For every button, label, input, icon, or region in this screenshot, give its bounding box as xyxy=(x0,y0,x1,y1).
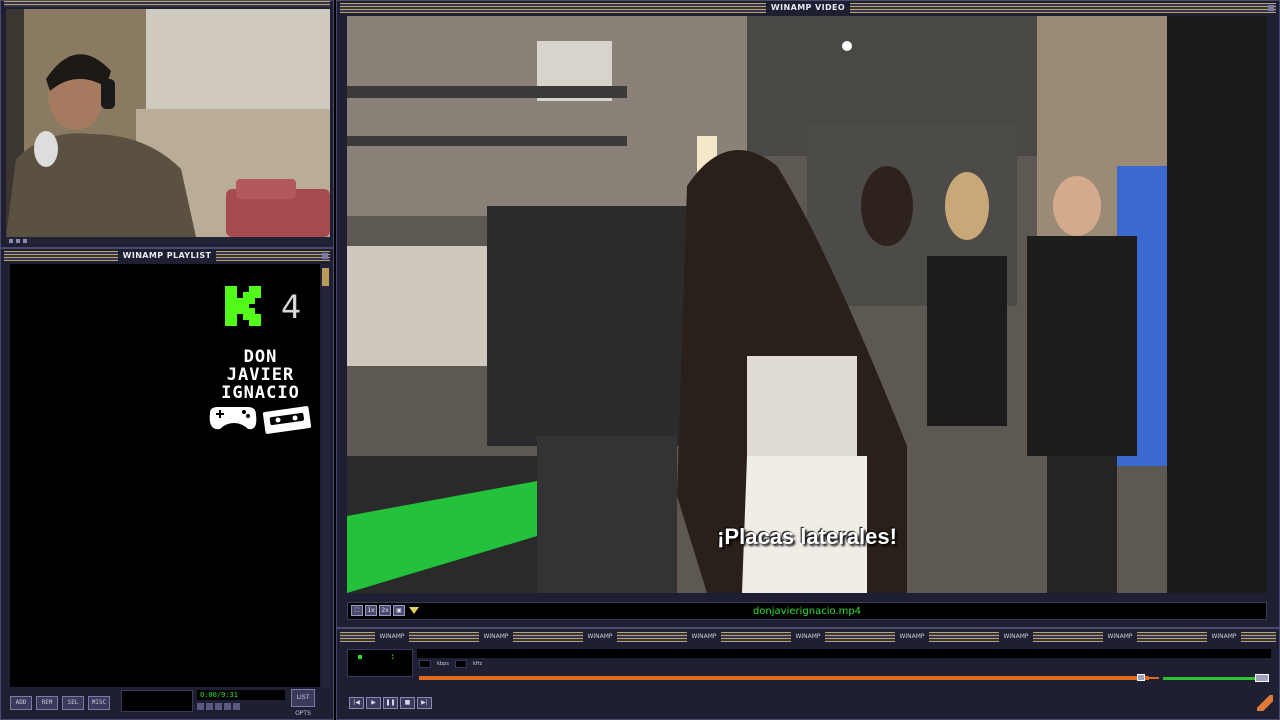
webcam-image xyxy=(6,9,330,237)
winamp-logo-icon[interactable] xyxy=(1257,695,1273,711)
prev-icon[interactable]: |◀ xyxy=(349,697,364,709)
next-icon[interactable] xyxy=(233,703,240,710)
video-frame-image xyxy=(347,16,1267,593)
video-subtitle: ¡Placas laterales! xyxy=(717,524,897,549)
webcam-statusbar xyxy=(6,237,330,244)
main-title-text: WINAMP xyxy=(791,632,825,642)
video-toolbar: donjavierignacio.mp4 ⛶ 1x 2x ▣ xyxy=(347,602,1267,620)
chevron-down-icon[interactable] xyxy=(409,607,419,614)
stop-icon[interactable]: ■ xyxy=(400,697,415,709)
main-title-text: WINAMP xyxy=(583,632,617,642)
visualizer-display[interactable]: : xyxy=(347,649,413,677)
webcam-titlebar[interactable] xyxy=(4,1,330,7)
logo-name: DON JAVIER IGNACIO xyxy=(188,348,320,402)
pause-icon[interactable]: ❚❚ xyxy=(383,697,398,709)
playlist-time: 0:00/9:31 xyxy=(197,690,285,700)
playlist-scrollbar[interactable] xyxy=(321,264,330,687)
song-title-display[interactable] xyxy=(417,649,1271,658)
add-button[interactable]: ADD xyxy=(10,696,32,710)
close-icon[interactable] xyxy=(1268,5,1274,11)
misc-button[interactable]: MISC xyxy=(88,696,110,710)
seek-bar-remainder[interactable] xyxy=(1149,677,1159,679)
size-1x-icon[interactable]: 1x xyxy=(365,605,377,616)
volume-bar[interactable] xyxy=(1163,677,1255,680)
close-icon[interactable] xyxy=(322,253,328,259)
main-title-text: WINAMP xyxy=(1103,632,1137,642)
time-separator: : xyxy=(390,652,396,662)
volume-thumb[interactable] xyxy=(1255,674,1269,682)
main-title-text: WINAMP xyxy=(1207,632,1241,642)
playlist-window: WINAMP PLAYLIST 4 DON JAVIER IGNACIO ADD… xyxy=(0,248,334,720)
video-window: WINAMP VIDEO ¡Placas laterales! donjavie… xyxy=(336,0,1280,628)
logo-number: 4 xyxy=(281,288,302,326)
video-display[interactable]: ¡Placas laterales! xyxy=(347,16,1267,593)
video-titlebar[interactable]: WINAMP VIDEO xyxy=(340,3,1276,13)
playlist-title: WINAMP PLAYLIST xyxy=(117,251,217,261)
play-icon[interactable]: ▶ xyxy=(366,697,381,709)
main-title-text: WINAMP xyxy=(375,632,409,642)
main-title-text: WINAMP xyxy=(479,632,513,642)
gamepad-cassette-icon xyxy=(209,406,312,434)
kick-logo-icon xyxy=(225,286,261,326)
seek-bar[interactable] xyxy=(419,676,1149,680)
main-player-window: WINAMP WINAMP WINAMP WINAMP WINAMP WINAM… xyxy=(336,628,1280,720)
remove-button[interactable]: REM xyxy=(36,696,58,710)
scrollbar-thumb[interactable] xyxy=(322,268,329,286)
kbps-display xyxy=(419,660,431,668)
play-indicator xyxy=(358,655,362,659)
main-title-text: WINAMP xyxy=(895,632,929,642)
main-title-text: WINAMP xyxy=(999,632,1033,642)
seek-thumb[interactable] xyxy=(1137,674,1145,681)
pause-icon[interactable] xyxy=(215,703,222,710)
main-title-text: WINAMP xyxy=(687,632,721,642)
main-titlebar[interactable]: WINAMP WINAMP WINAMP WINAMP WINAMP WINAM… xyxy=(340,632,1276,642)
size-2x-icon[interactable]: 2x xyxy=(379,605,391,616)
video-filename: donjavierignacio.mp4 xyxy=(752,606,862,617)
bitrate-info: kbps kHz xyxy=(419,660,482,668)
playlist-list[interactable]: 4 DON JAVIER IGNACIO xyxy=(10,264,320,687)
next-icon[interactable]: ▶| xyxy=(417,697,432,709)
select-button[interactable]: SEL xyxy=(62,696,84,710)
kbps-label: kbps xyxy=(437,661,449,667)
playlist-titlebar[interactable]: WINAMP PLAYLIST xyxy=(4,251,330,261)
list-options-button[interactable]: LIST OPTS xyxy=(291,689,315,717)
playlist-mini-controls xyxy=(197,702,285,711)
video-title: WINAMP VIDEO xyxy=(765,3,851,13)
stop-icon[interactable] xyxy=(224,703,231,710)
webcam-feed xyxy=(6,9,330,237)
playback-controls: |◀ ▶ ❚❚ ■ ▶| xyxy=(349,697,432,709)
fullscreen-icon[interactable]: ⛶ xyxy=(351,605,363,616)
khz-label: kHz xyxy=(472,661,483,667)
video-toolbar-icons: ⛶ 1x 2x ▣ xyxy=(351,605,419,616)
prev-icon[interactable] xyxy=(197,703,204,710)
logo-name-line: JAVIER xyxy=(226,365,295,385)
playlist-info-display xyxy=(121,690,193,712)
play-icon[interactable] xyxy=(206,703,213,710)
khz-display xyxy=(454,660,467,668)
webcam-window xyxy=(0,0,334,248)
logo-name-line: DON xyxy=(243,347,278,367)
logo-name-line: IGNACIO xyxy=(221,383,300,403)
tv-icon[interactable]: ▣ xyxy=(393,605,405,616)
